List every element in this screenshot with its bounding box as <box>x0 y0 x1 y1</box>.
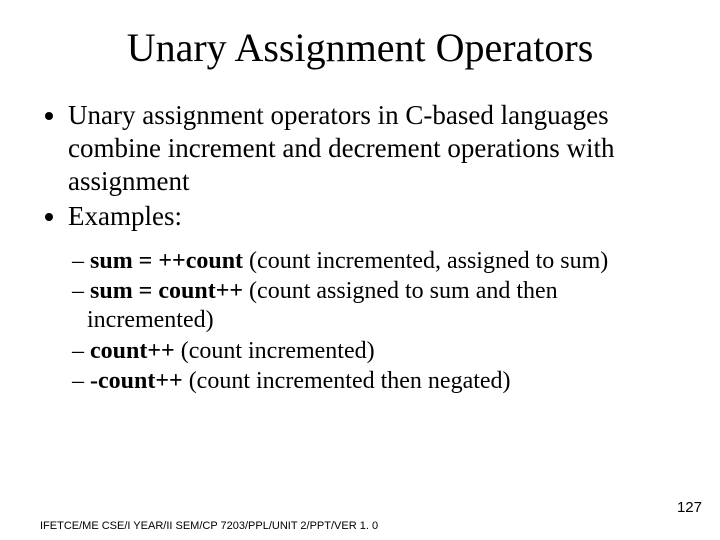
code-text: -count++ <box>90 368 183 394</box>
code-text: count++ <box>90 338 175 364</box>
page-number: 127 <box>677 499 702 516</box>
sub-bullet-item: – sum = ++count (count incremented, assi… <box>72 247 680 276</box>
sub-bullet-item: – sum = count++ (count assigned to sum a… <box>72 277 680 336</box>
bullet-list-level1: Unary assignment operators in C-based la… <box>40 99 680 233</box>
bullet-item: Unary assignment operators in C-based la… <box>68 99 680 198</box>
code-text: sum = count++ <box>90 278 243 304</box>
bullet-item: Examples: <box>68 200 680 233</box>
slide-title: Unary Assignment Operators <box>40 24 680 71</box>
dash-icon: – <box>72 368 90 394</box>
bullet-list-level2: – sum = ++count (count incremented, assi… <box>40 247 680 396</box>
footer-text: IFETCE/ME CSE/I YEAR/II SEM/CP 7203/PPL/… <box>40 520 378 532</box>
desc-text: (count incremented) <box>175 338 375 364</box>
dash-icon: – <box>72 248 90 274</box>
dash-icon: – <box>72 278 90 304</box>
code-text: sum = ++count <box>90 248 243 274</box>
sub-bullet-item: – count++ (count incremented) <box>72 337 680 366</box>
slide: Unary Assignment Operators Unary assignm… <box>0 0 720 540</box>
sub-bullet-item: – -count++ (count incremented then negat… <box>72 367 680 396</box>
desc-text: (count incremented, assigned to sum) <box>243 248 608 274</box>
dash-icon: – <box>72 338 90 364</box>
desc-text: (count incremented then negated) <box>183 368 511 394</box>
